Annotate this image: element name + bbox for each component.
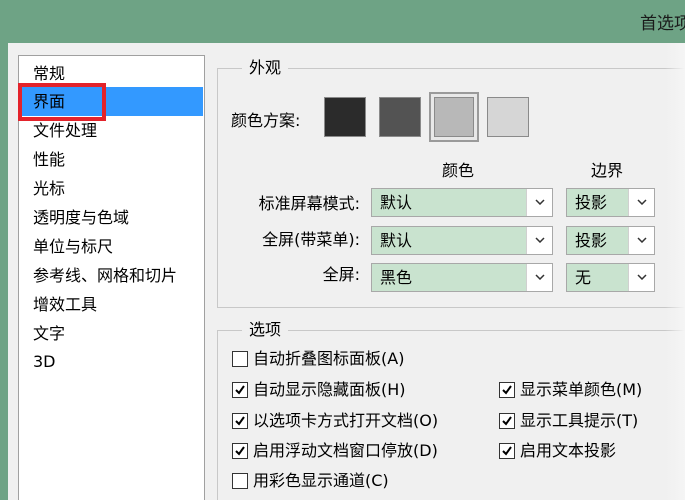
category-item-type[interactable]: 文字 <box>20 319 203 348</box>
checkbox-label: 显示工具提示(T) <box>520 411 639 430</box>
category-label: 3D <box>33 352 56 371</box>
category-label: 文件处理 <box>33 121 98 140</box>
checkbox-box[interactable] <box>232 382 248 398</box>
red-highlight-annotation <box>18 83 106 121</box>
select-value: 黑色 <box>380 268 413 287</box>
category-label: 光标 <box>33 179 66 198</box>
title-bar[interactable]: 首选项 <box>0 0 685 43</box>
window-frame-left <box>0 43 8 500</box>
category-item-units-rulers[interactable]: 单位与标尺 <box>20 232 203 261</box>
category-item-guides-grid-slices[interactable]: 参考线、网格和切片 <box>20 261 203 290</box>
checkbox-label: 启用文本投影 <box>520 441 617 460</box>
category-item-plugins[interactable]: 增效工具 <box>20 290 203 319</box>
full-screen-color-select[interactable]: 黑色 <box>371 263 553 292</box>
category-label: 参考线、网格和切片 <box>33 266 178 285</box>
category-item-cursors[interactable]: 光标 <box>20 174 203 203</box>
checkbox-label: 以选项卡方式打开文档(O) <box>253 411 439 430</box>
checkbox-label: 自动折叠图标面板(A) <box>253 349 405 368</box>
chevron-down-icon <box>526 189 552 216</box>
checkbox-box[interactable] <box>232 443 248 459</box>
options-group-title: 选项 <box>242 320 289 340</box>
category-label: 常规 <box>33 64 66 83</box>
chevron-down-icon <box>628 227 654 254</box>
checkbox-box[interactable] <box>232 351 248 367</box>
checkbox-box[interactable] <box>499 413 515 429</box>
checkbox-box[interactable] <box>232 413 248 429</box>
border-column-header: 边界 <box>591 161 624 180</box>
checkbox-label: 用彩色显示通道(C) <box>253 471 389 490</box>
checkmark-icon <box>502 446 512 456</box>
category-label: 透明度与色域 <box>33 208 130 227</box>
full-screen-border-select[interactable]: 无 <box>566 263 655 292</box>
checkbox-box[interactable] <box>499 443 515 459</box>
checkbox-box[interactable] <box>232 473 248 489</box>
checkmark-icon <box>502 385 512 395</box>
chevron-down-icon <box>526 264 552 291</box>
checkmark-icon <box>235 446 245 456</box>
full-screen-menu-color-select[interactable]: 默认 <box>371 226 553 255</box>
category-label: 文字 <box>33 324 66 343</box>
chevron-down-icon <box>628 264 654 291</box>
color-column-header: 颜色 <box>442 161 475 180</box>
chevron-down-icon <box>628 189 654 216</box>
checkbox-box[interactable] <box>499 382 515 398</box>
checkmark-icon <box>235 416 245 426</box>
checkbox-label: 显示菜单颜色(M) <box>520 380 643 399</box>
color-scheme-swatch-light[interactable] <box>487 97 529 137</box>
color-scheme-swatch-darkest[interactable] <box>324 97 366 137</box>
full-screen-label: 全屏: <box>322 265 360 284</box>
category-item-transparency[interactable]: 透明度与色域 <box>20 203 203 232</box>
color-scheme-label: 颜色方案: <box>231 111 301 130</box>
category-label: 单位与标尺 <box>33 237 114 256</box>
category-list[interactable]: 常规 界面 文件处理 性能 光标 透明度与色域 单位与标尺 参考线、网格和切片 … <box>18 55 205 500</box>
appearance-group-title: 外观 <box>242 58 289 78</box>
category-label: 增效工具 <box>33 295 98 314</box>
category-item-performance[interactable]: 性能 <box>20 145 203 174</box>
swatch-fill <box>434 97 474 137</box>
standard-screen-border-select[interactable]: 投影 <box>566 188 655 217</box>
category-label: 性能 <box>33 150 66 169</box>
checkbox-label: 启用浮动文档窗口停放(D) <box>253 441 438 460</box>
chevron-down-icon <box>526 227 552 254</box>
full-screen-menu-label: 全屏(带菜单): <box>262 230 360 249</box>
select-value: 默认 <box>380 231 413 250</box>
standard-screen-color-select[interactable]: 默认 <box>371 188 553 217</box>
select-value: 投影 <box>575 231 608 250</box>
standard-screen-mode-label: 标准屏幕模式: <box>258 194 360 213</box>
category-item-3d[interactable]: 3D <box>20 347 203 376</box>
color-scheme-swatch-dark[interactable] <box>379 97 421 137</box>
select-value: 无 <box>575 268 592 287</box>
full-screen-menu-border-select[interactable]: 投影 <box>566 226 655 255</box>
checkmark-icon <box>502 416 512 426</box>
checkmark-icon <box>235 385 245 395</box>
select-value: 默认 <box>380 193 413 212</box>
right-edge-fade <box>665 43 685 500</box>
window-title: 首选项 <box>640 14 685 34</box>
color-scheme-swatch-medium-selected[interactable] <box>429 92 479 142</box>
checkbox-label: 自动显示隐藏面板(H) <box>253 380 406 399</box>
select-value: 投影 <box>575 193 608 212</box>
